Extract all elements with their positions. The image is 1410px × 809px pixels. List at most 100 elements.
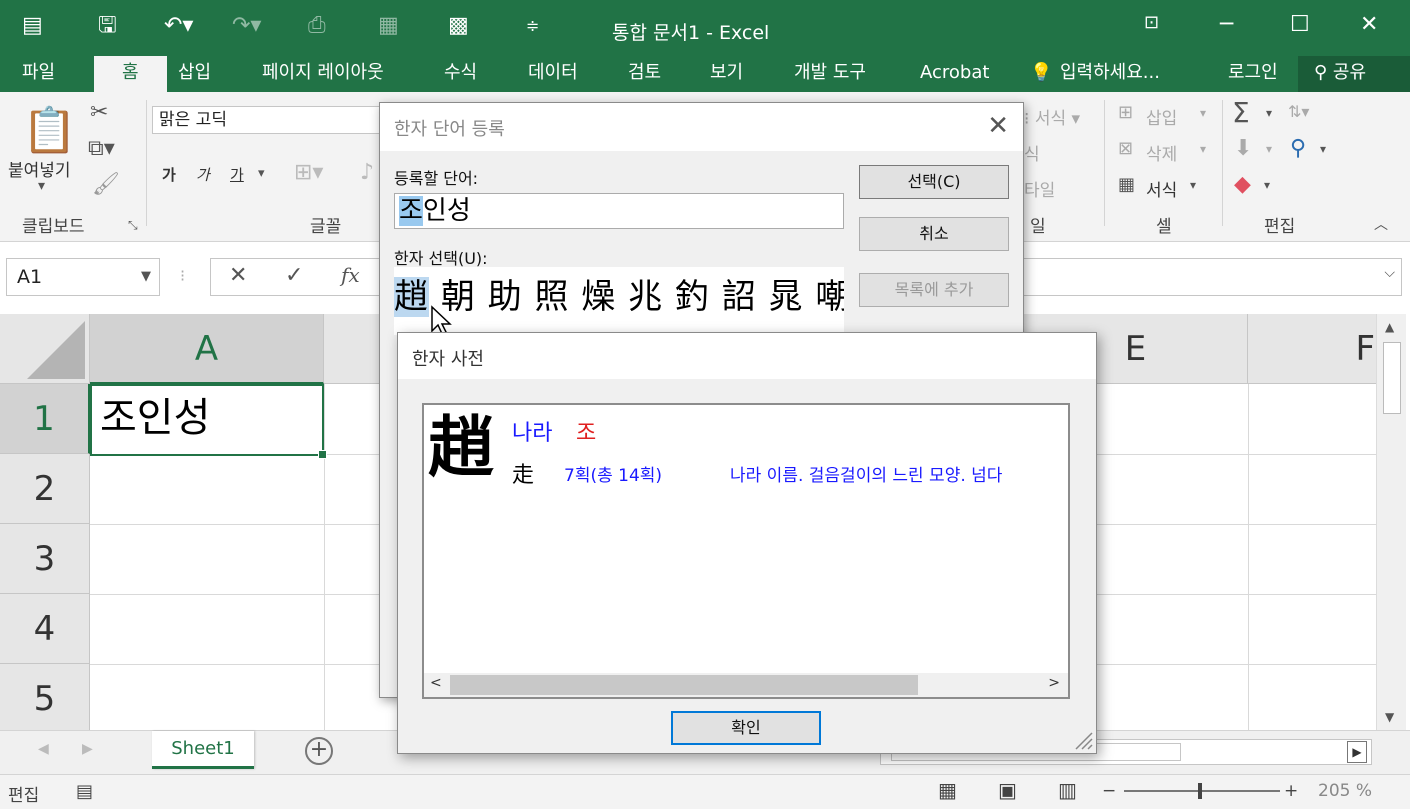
prev-sheet-icon[interactable]: ◀ <box>38 741 49 757</box>
autosave-icon[interactable]: ▤ <box>22 10 43 42</box>
table-format-partial[interactable]: 식 <box>1024 140 1040 165</box>
normal-view-icon[interactable]: ▦ <box>938 778 957 802</box>
next-sheet-icon[interactable]: ▶ <box>82 741 93 757</box>
underline-button[interactable]: 가 <box>230 164 244 185</box>
word-input[interactable]: 조인성 <box>394 193 844 229</box>
drag-handle-icon[interactable]: ⁝ <box>180 266 185 285</box>
sort-filter-icon[interactable]: ⇅▾ <box>1288 102 1309 121</box>
tab-file[interactable]: 파일 <box>22 56 55 92</box>
collapse-ribbon-icon[interactable]: ︿ <box>1374 214 1388 234</box>
scroll-left-icon[interactable]: < <box>430 675 442 691</box>
insert-function-icon[interactable]: fx <box>341 263 360 287</box>
format-cells-icon[interactable]: ▦ <box>1118 174 1135 195</box>
add-to-list-button[interactable]: 목록에 추가 <box>859 273 1009 307</box>
hanja-option[interactable]: 趙 <box>394 277 429 317</box>
hanja-option[interactable]: 嘲 <box>815 277 844 317</box>
font-name-input[interactable]: 맑은 고딕 <box>152 106 392 134</box>
save-icon[interactable]: 🖫 <box>98 10 117 42</box>
chevron-down-icon[interactable]: ▾ <box>38 178 45 194</box>
scroll-right-icon[interactable]: ▶ <box>1347 741 1367 763</box>
cancel-icon[interactable]: ✕ <box>229 263 247 288</box>
sign-in-link[interactable]: 로그인 <box>1228 56 1278 92</box>
tab-acrobat[interactable]: Acrobat <box>920 56 989 92</box>
redo-icon[interactable]: ↷▾ <box>232 10 261 42</box>
copy-icon[interactable]: ⧉▾ <box>88 136 115 161</box>
row-header-4[interactable]: 4 <box>0 594 90 664</box>
cut-icon[interactable]: ✂ <box>90 100 108 125</box>
vertical-scrollbar[interactable]: ▲ ▼ <box>1376 314 1406 730</box>
zoom-level[interactable]: 205 % <box>1318 781 1372 801</box>
scroll-right-icon[interactable]: > <box>1048 675 1060 691</box>
tab-insert[interactable]: 삽입 <box>178 56 211 92</box>
page-layout-view-icon[interactable]: ▣ <box>998 778 1017 802</box>
hanja-option[interactable]: 照 <box>534 277 569 317</box>
hanja-option[interactable]: 晁 <box>769 277 804 317</box>
hanja-option[interactable]: 詔 <box>722 277 757 317</box>
scroll-thumb[interactable] <box>1383 342 1401 414</box>
dialog-launcher-icon[interactable]: ⤡ <box>128 218 138 233</box>
cell-a1[interactable]: 조인성 <box>90 384 327 459</box>
find-icon[interactable]: ⚲ <box>1290 136 1306 161</box>
italic-button[interactable]: 가 <box>196 164 210 185</box>
name-box[interactable]: A1 ▼ <box>6 258 160 296</box>
row-header-2[interactable]: 2 <box>0 454 90 524</box>
resize-grip-icon[interactable] <box>1070 727 1094 751</box>
ok-button[interactable]: 확인 <box>671 711 821 745</box>
minimize-icon[interactable]: ─ <box>1220 12 1233 37</box>
hanja-option[interactable]: 釣 <box>675 277 710 317</box>
tab-data[interactable]: 데이터 <box>528 56 578 92</box>
spelling-icon[interactable]: ▦ <box>378 10 399 42</box>
format-painter-icon[interactable]: 🖌 <box>92 172 120 197</box>
undo-icon[interactable]: ↶▾ <box>164 10 193 42</box>
fill-icon[interactable]: ⬇ <box>1234 136 1252 161</box>
zoom-slider-thumb[interactable] <box>1198 783 1202 799</box>
dictionary-pane[interactable]: 趙 나라 조 走 7획(총 14획) 나라 이름. 걸음걸이의 느린 모양. 넘… <box>422 403 1070 699</box>
tell-me-input[interactable]: 입력하세요... <box>1060 56 1160 92</box>
form-icon[interactable]: ▩ <box>448 10 469 42</box>
fill-color-icon[interactable]: ♪ <box>360 160 374 185</box>
tab-developer[interactable]: 개발 도구 <box>794 56 866 92</box>
tab-view[interactable]: 보기 <box>710 56 743 92</box>
hanja-option[interactable]: 助 <box>488 277 523 317</box>
tab-formulas[interactable]: 수식 <box>444 56 477 92</box>
insert-cells-button[interactable]: 삽입 <box>1146 104 1177 129</box>
print-preview-icon[interactable]: ⎙ <box>308 10 326 42</box>
row-header-1[interactable]: 1 <box>0 384 90 454</box>
zoom-slider[interactable] <box>1124 790 1280 792</box>
zoom-in-icon[interactable]: + <box>1284 781 1298 801</box>
enter-icon[interactable]: ✓ <box>285 263 303 288</box>
horizontal-scrollbar[interactable]: < > <box>424 673 1068 697</box>
customize-quick-access-icon[interactable]: ≑ <box>526 10 539 42</box>
chevron-down-icon[interactable]: ▾ <box>1264 178 1270 192</box>
chevron-down-icon[interactable]: ▾ <box>1190 178 1196 192</box>
zoom-out-icon[interactable]: − <box>1102 781 1116 801</box>
clear-icon[interactable]: ◆ <box>1234 172 1251 197</box>
chevron-down-icon[interactable]: ▾ <box>1266 106 1272 120</box>
border-icon[interactable]: ⊞▾ <box>294 160 323 185</box>
close-icon[interactable]: ✕ <box>987 111 1009 141</box>
tab-home[interactable]: 홈 <box>94 56 167 92</box>
close-icon[interactable]: ✕ <box>1360 12 1378 37</box>
hanja-list[interactable]: 趙 朝 助 照 燥 兆 釣 詔 晁 嘲 <box>394 267 844 335</box>
maximize-icon[interactable]: ☐ <box>1290 12 1310 37</box>
paste-icon[interactable]: 📋 <box>22 104 77 156</box>
insert-cells-icon[interactable]: ⊞ <box>1118 102 1133 123</box>
autosum-icon[interactable]: Σ <box>1232 96 1250 129</box>
bold-button[interactable]: 가 <box>162 164 176 185</box>
tab-page-layout[interactable]: 페이지 레이아웃 <box>262 56 384 92</box>
chevron-down-icon[interactable]: ▾ <box>1200 106 1206 120</box>
tab-review[interactable]: 검토 <box>628 56 661 92</box>
hanja-option[interactable]: 燥 <box>581 277 616 317</box>
add-sheet-icon[interactable]: + <box>305 737 333 765</box>
scroll-thumb[interactable] <box>450 675 918 695</box>
chevron-down-icon[interactable]: ▾ <box>258 166 265 181</box>
row-header-3[interactable]: 3 <box>0 524 90 594</box>
delete-cells-icon[interactable]: ⊠ <box>1118 138 1133 159</box>
select-all-button[interactable] <box>0 314 90 384</box>
expand-formula-icon[interactable]: ⌵ <box>1384 265 1395 281</box>
scroll-up-icon[interactable]: ▲ <box>1385 320 1394 334</box>
cancel-button[interactable]: 취소 <box>859 217 1009 251</box>
macro-record-icon[interactable]: ▤ <box>76 781 93 802</box>
sheet-tab-sheet1[interactable]: Sheet1 <box>152 731 254 769</box>
select-button[interactable]: 선택(C) <box>859 165 1009 199</box>
